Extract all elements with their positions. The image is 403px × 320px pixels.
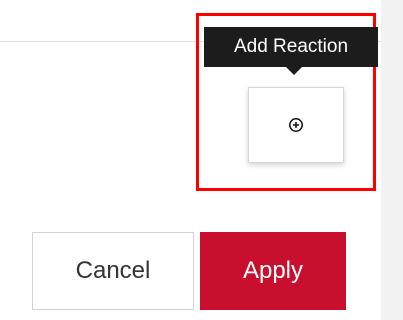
add-reaction-button[interactable] [248,87,344,163]
add-reaction-icon [289,118,303,132]
apply-button[interactable]: Apply [200,232,346,310]
tooltip-arrow [286,67,302,75]
cancel-button[interactable]: Cancel [32,232,194,310]
add-reaction-tooltip: Add Reaction [204,27,378,67]
right-scroll-strip [381,0,403,320]
